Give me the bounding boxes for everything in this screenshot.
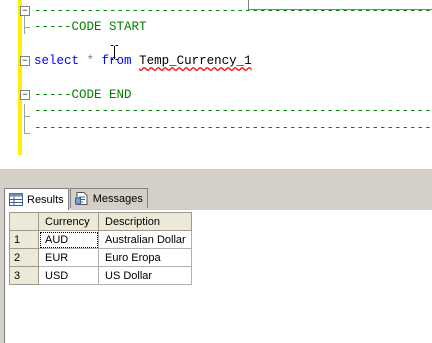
table-row[interactable]: 1 AUD Australian Dollar: [9, 230, 192, 249]
select-keyword: select: [34, 54, 80, 68]
code-comment-line: ----------------------------------------…: [34, 104, 432, 118]
row-number[interactable]: 3: [9, 266, 39, 285]
outline-tick: [24, 27, 30, 28]
collapse-toggle[interactable]: −: [20, 6, 30, 16]
code-comment-line: ----------------------------------------…: [34, 4, 432, 18]
messages-icon: [74, 192, 88, 205]
cell-currency[interactable]: USD: [38, 266, 99, 285]
outline-line: [24, 104, 25, 134]
star-operator: *: [79, 54, 102, 68]
editor-margin: [0, 0, 18, 168]
code-comment-line: ----------------------------------------…: [34, 121, 432, 135]
tab-messages[interactable]: Messages: [69, 188, 148, 208]
cell-currency[interactable]: EUR: [38, 248, 99, 267]
row-number[interactable]: 2: [9, 248, 39, 267]
cell-currency[interactable]: AUD: [38, 230, 99, 249]
tab-results[interactable]: Results: [4, 188, 69, 210]
table-row[interactable]: 3 USD US Dollar: [9, 266, 192, 285]
tab-label: Messages: [92, 192, 143, 205]
ibeam-cursor-icon: [111, 45, 118, 60]
outline-tick: [24, 116, 30, 117]
cell-description[interactable]: Australian Dollar: [98, 230, 192, 249]
query-editor[interactable]: − − − ----------------------------------…: [0, 0, 432, 168]
code-comment-line: -----CODE END: [34, 88, 132, 102]
editor-horizontal-scrollbar[interactable]: [0, 168, 432, 181]
cell-description[interactable]: US Dollar: [98, 266, 192, 285]
collapse-toggle[interactable]: −: [20, 90, 30, 100]
column-header-currency[interactable]: Currency: [38, 212, 99, 231]
results-pane: Currency Description 1 AUD Australian Do…: [4, 210, 432, 343]
results-tabstrip: Results Messages: [4, 188, 149, 210]
outline-tick: [24, 133, 30, 134]
cell-description[interactable]: Euro Eropa: [98, 248, 192, 267]
row-number[interactable]: 1: [9, 230, 39, 249]
grid-icon: [9, 193, 23, 206]
code-comment-line: -----CODE START: [34, 20, 147, 34]
collapse-toggle[interactable]: −: [20, 56, 30, 66]
code-select-line: select * from Temp_Currency_1: [34, 54, 252, 68]
tab-label: Results: [27, 193, 64, 206]
grid-header-row: Currency Description: [9, 212, 192, 231]
results-grid: Currency Description 1 AUD Australian Do…: [9, 212, 192, 285]
table-row[interactable]: 2 EUR Euro Eropa: [9, 248, 192, 267]
change-tracking-bar: [18, 0, 22, 155]
column-header-description[interactable]: Description: [98, 212, 192, 231]
grid-corner[interactable]: [9, 212, 39, 231]
table-name: Temp_Currency_1: [139, 54, 252, 68]
